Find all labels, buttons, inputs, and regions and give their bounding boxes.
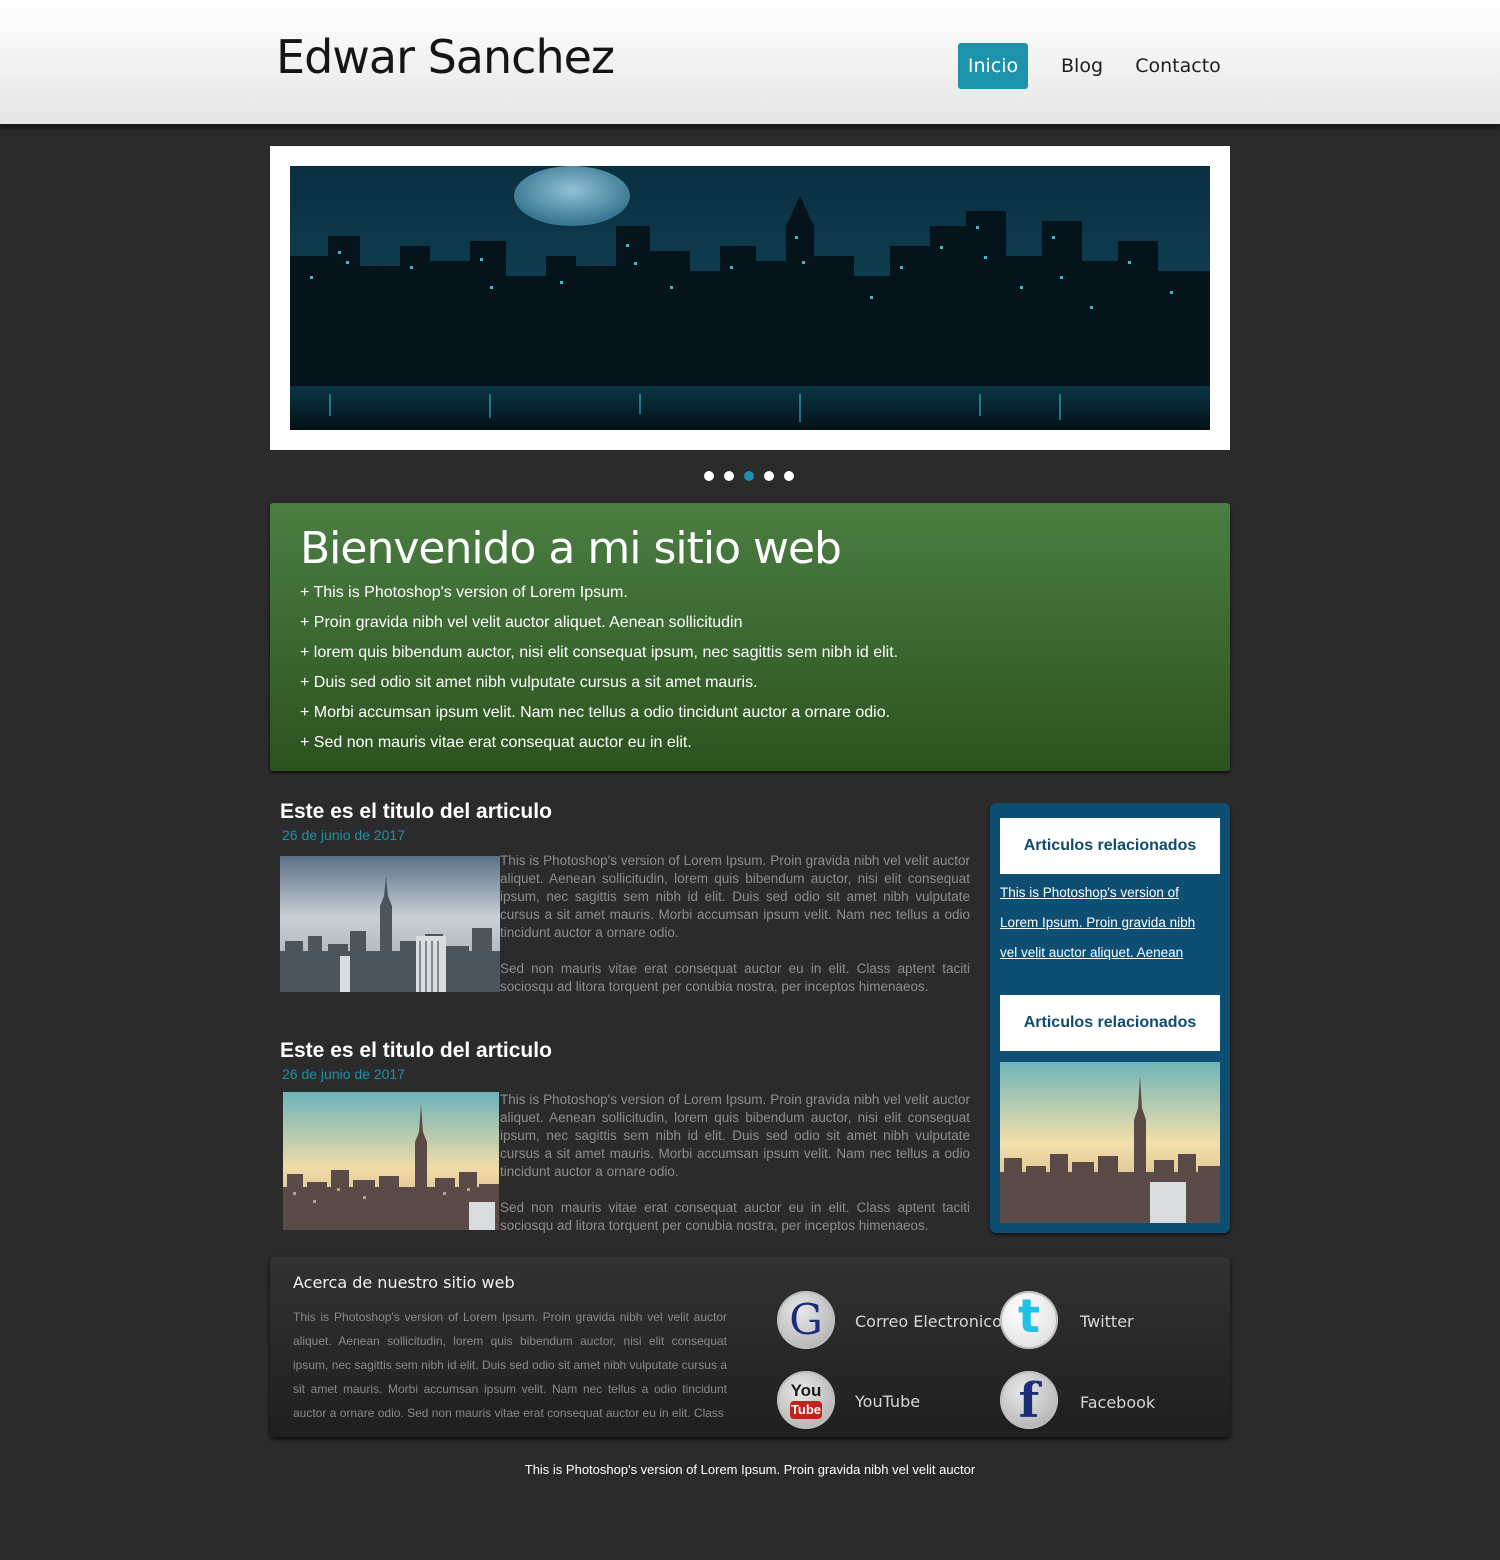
welcome-list-item: + This is Photoshop's version of Lorem I… <box>300 584 628 601</box>
article-date: 26 de junio de 2017 <box>282 1066 405 1082</box>
twitter-glyph: t <box>1018 1289 1040 1343</box>
article-title[interactable]: Este es el titulo del articulo <box>280 800 552 824</box>
related-article-image[interactable] <box>1000 1062 1220 1223</box>
site-header: Edwar Sanchez Inicio Blog Contacto <box>0 0 1500 126</box>
article-image <box>283 1092 499 1230</box>
site-title[interactable]: Edwar Sanchez <box>276 30 615 84</box>
related-link[interactable]: Lorem Ipsum. Proin gravida nibh <box>1000 915 1195 930</box>
article-image <box>280 856 500 992</box>
welcome-list-item: + Sed non mauris vitae erat consequat au… <box>300 734 692 751</box>
youtube-glyph-bottom: Tube <box>790 1401 822 1419</box>
article-body: This is Photoshop's version of Lorem Ips… <box>500 1091 970 1253</box>
related-link[interactable]: This is Photoshop's version of <box>1000 885 1179 900</box>
slider-dot-2[interactable] <box>724 471 734 481</box>
related-links: This is Photoshop's version of Lorem Ips… <box>1000 878 1220 968</box>
skyline-graphic <box>290 166 1210 430</box>
welcome-list: + This is Photoshop's version of Lorem I… <box>300 583 898 763</box>
copyright-text: This is Photoshop's version of Lorem Ips… <box>524 1462 976 1477</box>
twitter-link[interactable]: Twitter <box>1080 1312 1134 1331</box>
article-date: 26 de junio de 2017 <box>282 827 405 843</box>
article-title[interactable]: Este es el titulo del articulo <box>280 1039 552 1063</box>
related-link[interactable]: vel velit auctor aliquet. Aenean <box>1000 945 1183 960</box>
welcome-list-item: + lorem quis bibendum auctor, nisi elit … <box>300 644 899 661</box>
article-paragraph: Sed non mauris vitae erat consequat auct… <box>500 961 970 994</box>
sidebar-heading: Articulos relacionados <box>1000 818 1220 874</box>
about-text: This is Photoshop's version of Lorem Ips… <box>293 1310 727 1420</box>
footer-panel: Acerca de nuestro sitio web This is Phot… <box>270 1257 1230 1437</box>
facebook-icon[interactable]: f <box>1000 1371 1058 1429</box>
facebook-link[interactable]: Facebook <box>1080 1393 1155 1412</box>
banner-frame <box>270 146 1230 450</box>
slider-dot-5[interactable] <box>784 471 794 481</box>
article-body: This is Photoshop's version of Lorem Ips… <box>500 852 970 1014</box>
article-paragraph: This is Photoshop's version of Lorem Ips… <box>500 853 970 940</box>
slider-dot-1[interactable] <box>704 471 714 481</box>
youtube-glyph-top: You <box>790 1381 822 1400</box>
related-articles-sidebar: Articulos relacionados This is Photoshop… <box>990 803 1230 1233</box>
facebook-glyph: f <box>1018 1373 1040 1429</box>
city-skyline-image <box>290 166 1210 430</box>
nav-inicio[interactable]: Inicio <box>958 43 1028 89</box>
welcome-list-item: + Morbi accumsan ipsum velit. Nam nec te… <box>300 704 891 721</box>
welcome-list-item: + Proin gravida nibh vel velit auctor al… <box>300 614 743 631</box>
article-card: Este es el titulo del articulo 26 de jun… <box>280 800 970 1000</box>
about-title: Acerca de nuestro sitio web <box>293 1273 515 1292</box>
sidebar-heading: Articulos relacionados <box>1000 995 1220 1051</box>
welcome-list-item: + Duis sed odio sit amet nibh vulputate … <box>300 674 758 691</box>
nav-contacto[interactable]: Contacto <box>1134 43 1222 89</box>
google-glyph: G <box>789 1295 823 1344</box>
google-icon[interactable]: G <box>777 1291 835 1349</box>
article-card: Este es el titulo del articulo 26 de jun… <box>280 1039 970 1239</box>
youtube-link[interactable]: YouTube <box>855 1392 920 1411</box>
youtube-icon[interactable]: You Tube <box>777 1371 835 1429</box>
slider-dot-3[interactable] <box>744 471 754 481</box>
email-link[interactable]: Correo Electronico <box>855 1312 1002 1331</box>
welcome-title: Bienvenido a mi sitio web <box>300 523 842 574</box>
slider-dot-4[interactable] <box>764 471 774 481</box>
welcome-panel: Bienvenido a mi sitio web + This is Phot… <box>270 503 1230 771</box>
article-paragraph: Sed non mauris vitae erat consequat auct… <box>500 1200 970 1233</box>
nav-blog[interactable]: Blog <box>1052 43 1112 89</box>
article-paragraph: This is Photoshop's version of Lorem Ips… <box>500 1092 970 1179</box>
twitter-icon[interactable]: t <box>1000 1289 1058 1349</box>
